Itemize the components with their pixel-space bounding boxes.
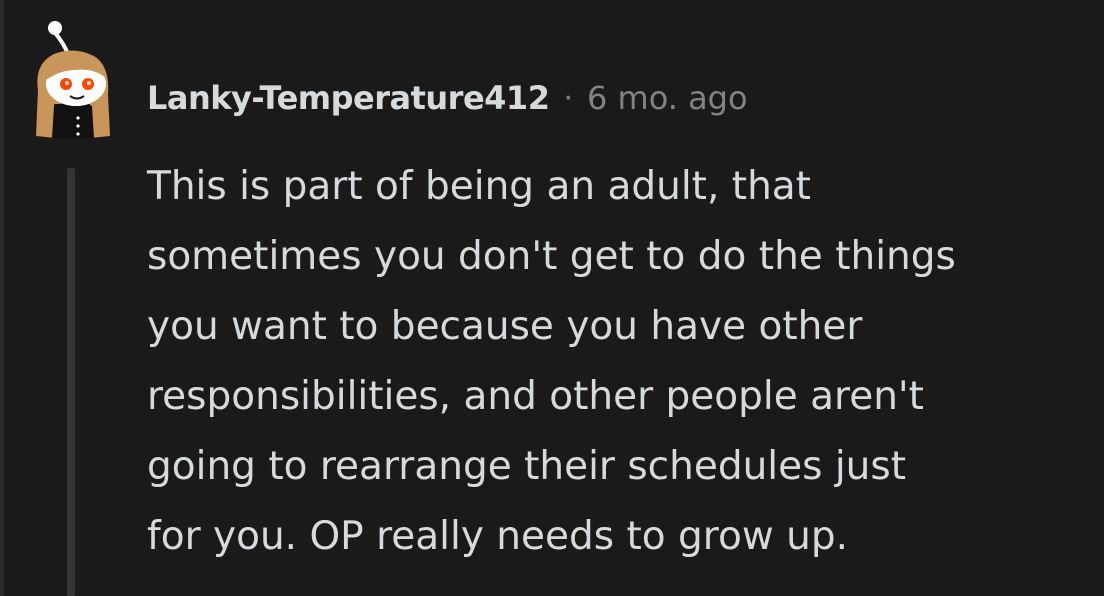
comment-text-line: sometimes you don't get to do the things <box>147 234 956 279</box>
comment-text-line: This is part of being an adult, that <box>147 164 811 209</box>
comment-author[interactable]: Lanky-Temperature412 <box>147 79 550 117</box>
comment-text-line: you want to because you have other <box>147 304 863 349</box>
thread-collapse-line[interactable] <box>67 168 75 596</box>
comment-body: This is part of being an adult, that som… <box>147 152 1097 572</box>
comment-text-line: for you. OP really needs to grow up. <box>147 514 848 559</box>
comment-text-line: going to rearrange their schedules just <box>147 444 907 489</box>
comment-header: Lanky-Temperature412 · 6 mo. ago <box>147 76 748 120</box>
comment-text-line: responsibilities, and other people aren'… <box>147 374 924 419</box>
snoo-avatar-icon <box>36 21 110 138</box>
user-avatar[interactable] <box>24 14 124 142</box>
page-left-edge <box>0 0 4 596</box>
meta-separator: · <box>563 80 573 116</box>
comment-timestamp[interactable]: 6 mo. ago <box>587 79 748 117</box>
